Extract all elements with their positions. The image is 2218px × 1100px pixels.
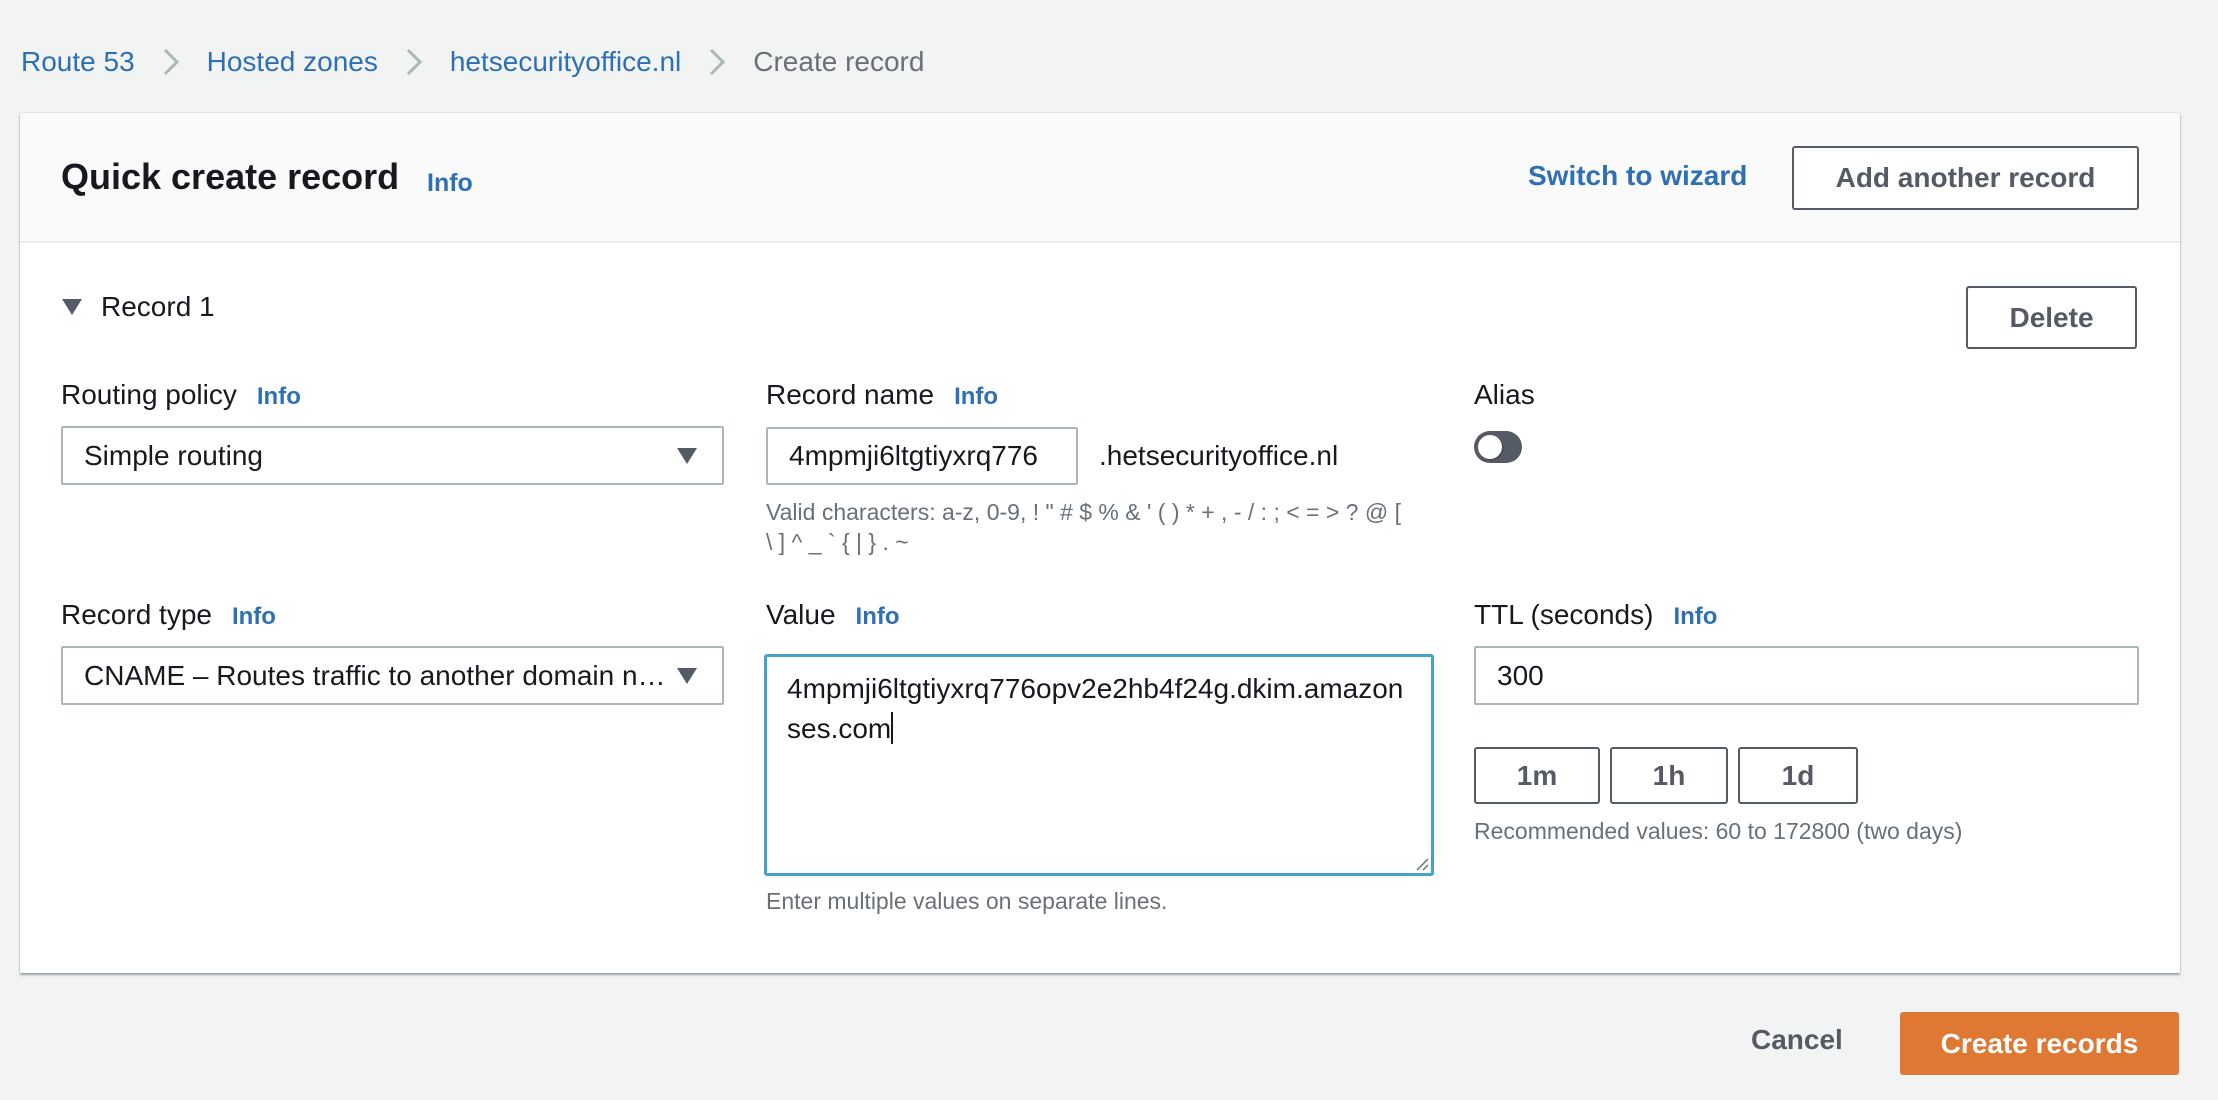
value-text: 4mpmji6ltgtiyxrq776opv2e2hb4f24g.dkim.am…	[787, 673, 1404, 744]
card-header: Quick create record Info Switch to wizar…	[20, 113, 2180, 243]
value-label: Value Info	[766, 599, 900, 631]
record-name-domain-suffix: .hetsecurityoffice.nl	[1099, 440, 1339, 471]
switch-to-wizard-link[interactable]: Switch to wizard	[1528, 160, 1747, 192]
value-textarea[interactable]: 4mpmji6ltgtiyxrq776opv2e2hb4f24g.dkim.am…	[764, 654, 1434, 876]
breadcrumb-route53[interactable]: Route 53	[21, 46, 135, 78]
record-type-label-text: Record type	[61, 599, 212, 630]
ttl-label-text: TTL (seconds)	[1474, 599, 1654, 630]
value-label-text: Value	[766, 599, 836, 630]
record-name-help-line: Valid characters: a-z, 0-9, ! " # $ % & …	[766, 499, 1401, 525]
value-help: Enter multiple values on separate lines.	[766, 888, 1168, 914]
record-name-label-text: Record name	[766, 379, 935, 410]
record-name-info-link[interactable]: Info	[954, 383, 998, 411]
breadcrumb-current: Create record	[753, 46, 925, 77]
text-cursor	[891, 712, 894, 744]
quick-create-card: Quick create record Info Switch to wizar…	[20, 113, 2180, 973]
breadcrumb-hosted-zones[interactable]: Hosted zones	[207, 46, 378, 78]
record-type-select[interactable]: CNAME – Routes traffic to another domain…	[61, 646, 724, 705]
caret-down-icon	[677, 667, 697, 684]
record-name-help-line: \ ] ^ _ ` { | } . ~	[766, 529, 909, 555]
ttl-info-link[interactable]: Info	[1673, 603, 1717, 631]
record-type-value: CNAME – Routes traffic to another domain…	[84, 659, 674, 691]
page-title: Quick create record	[61, 156, 400, 197]
chevron-right-icon	[392, 47, 436, 77]
ttl-preset-1m-button[interactable]: 1m	[1474, 747, 1600, 804]
breadcrumb: Route 53 Hosted zones hetsecurityoffice.…	[21, 44, 924, 80]
alias-label: Alias	[1474, 379, 1535, 411]
routing-policy-value: Simple routing	[84, 439, 263, 471]
record-type-info-link[interactable]: Info	[232, 603, 276, 631]
alias-toggle[interactable]	[1474, 431, 1522, 463]
routing-policy-select[interactable]: Simple routing	[61, 426, 724, 485]
title-info-link[interactable]: Info	[427, 169, 473, 198]
record-name-input[interactable]: 4mpmji6ltgtiyxrq776	[766, 427, 1078, 485]
record-name-label: Record name Info	[766, 379, 998, 411]
ttl-input[interactable]: 300	[1474, 646, 2139, 705]
value-info-link[interactable]: Info	[856, 603, 900, 631]
ttl-preset-1d-button[interactable]: 1d	[1738, 747, 1858, 804]
create-records-button[interactable]: Create records	[1900, 1012, 2179, 1075]
routing-policy-label-text: Routing policy	[61, 379, 237, 410]
record-name-help: Valid characters: a-z, 0-9, ! " # $ % & …	[766, 497, 1401, 557]
ttl-preset-1h-button[interactable]: 1h	[1610, 747, 1728, 804]
record-expander[interactable]: Record 1	[61, 291, 215, 323]
breadcrumb-hosted-zone[interactable]: hetsecurityoffice.nl	[450, 46, 681, 78]
caret-down-icon	[677, 447, 697, 464]
chevron-right-icon	[695, 47, 739, 77]
toggle-knob	[1478, 435, 1502, 459]
routing-policy-label: Routing policy Info	[61, 379, 301, 411]
record-title: Record 1	[101, 291, 215, 322]
alias-label-text: Alias	[1474, 379, 1535, 410]
cancel-button[interactable]: Cancel	[1751, 1024, 1843, 1056]
delete-record-button[interactable]: Delete	[1966, 286, 2137, 349]
ttl-help: Recommended values: 60 to 172800 (two da…	[1474, 818, 1963, 844]
record-type-label: Record type Info	[61, 599, 276, 631]
routing-policy-info-link[interactable]: Info	[257, 383, 301, 411]
add-another-record-button[interactable]: Add another record	[1792, 146, 2139, 210]
chevron-right-icon	[149, 47, 193, 77]
caret-down-icon	[62, 299, 82, 315]
ttl-label: TTL (seconds) Info	[1474, 599, 1717, 631]
resize-handle-icon[interactable]	[1415, 857, 1429, 871]
